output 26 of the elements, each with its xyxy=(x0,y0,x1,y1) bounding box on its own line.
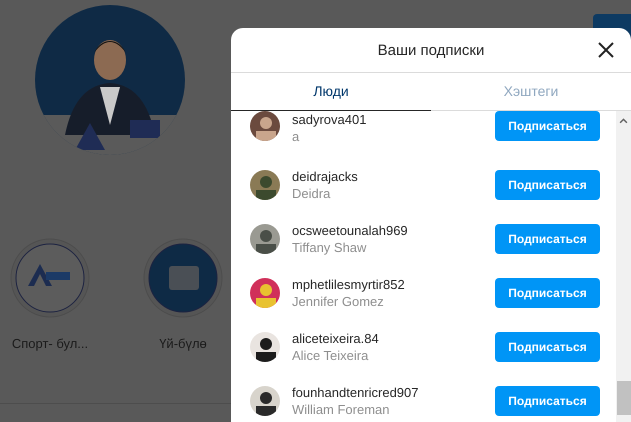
scrollbar[interactable] xyxy=(616,111,631,422)
account-name: Jennifer Gomez xyxy=(292,293,385,310)
account-username[interactable]: sadyrova401 xyxy=(292,111,495,128)
account-username[interactable]: aliceteixeira.84 xyxy=(292,330,495,347)
account-username[interactable]: deidrajacks xyxy=(292,168,495,185)
account-name: William Foreman xyxy=(292,401,391,418)
account-name: Alice Teixeira xyxy=(292,347,370,364)
account-name: Tiffany Shaw xyxy=(292,239,368,256)
account-name: a xyxy=(292,128,300,145)
scroll-up-icon[interactable] xyxy=(619,117,628,124)
follow-button[interactable]: Подписаться xyxy=(495,332,600,362)
account-name: Deidra xyxy=(292,185,332,202)
account-username[interactable]: founhandtenricred907 xyxy=(292,384,495,401)
follow-button[interactable]: Подписаться xyxy=(495,224,600,254)
highlight-label[interactable]: Үй-бүлө xyxy=(159,336,207,351)
account-username[interactable]: ocsweetounalah969 xyxy=(292,222,495,239)
follow-button[interactable]: Подписаться xyxy=(495,111,600,141)
highlight-label[interactable]: Спорт- бул... xyxy=(12,336,88,351)
follow-button[interactable]: Подписаться xyxy=(495,278,600,308)
tab[interactable]: Люди xyxy=(231,73,431,111)
account-username[interactable]: mphetlilesmyrtir852 xyxy=(292,276,495,293)
close-icon[interactable] xyxy=(597,41,615,59)
scrollbar-thumb[interactable] xyxy=(617,381,631,415)
dialog-title: Ваши подписки xyxy=(378,42,484,58)
follow-button[interactable]: Подписаться xyxy=(495,386,600,416)
follow-button[interactable]: Подписаться xyxy=(495,170,600,200)
